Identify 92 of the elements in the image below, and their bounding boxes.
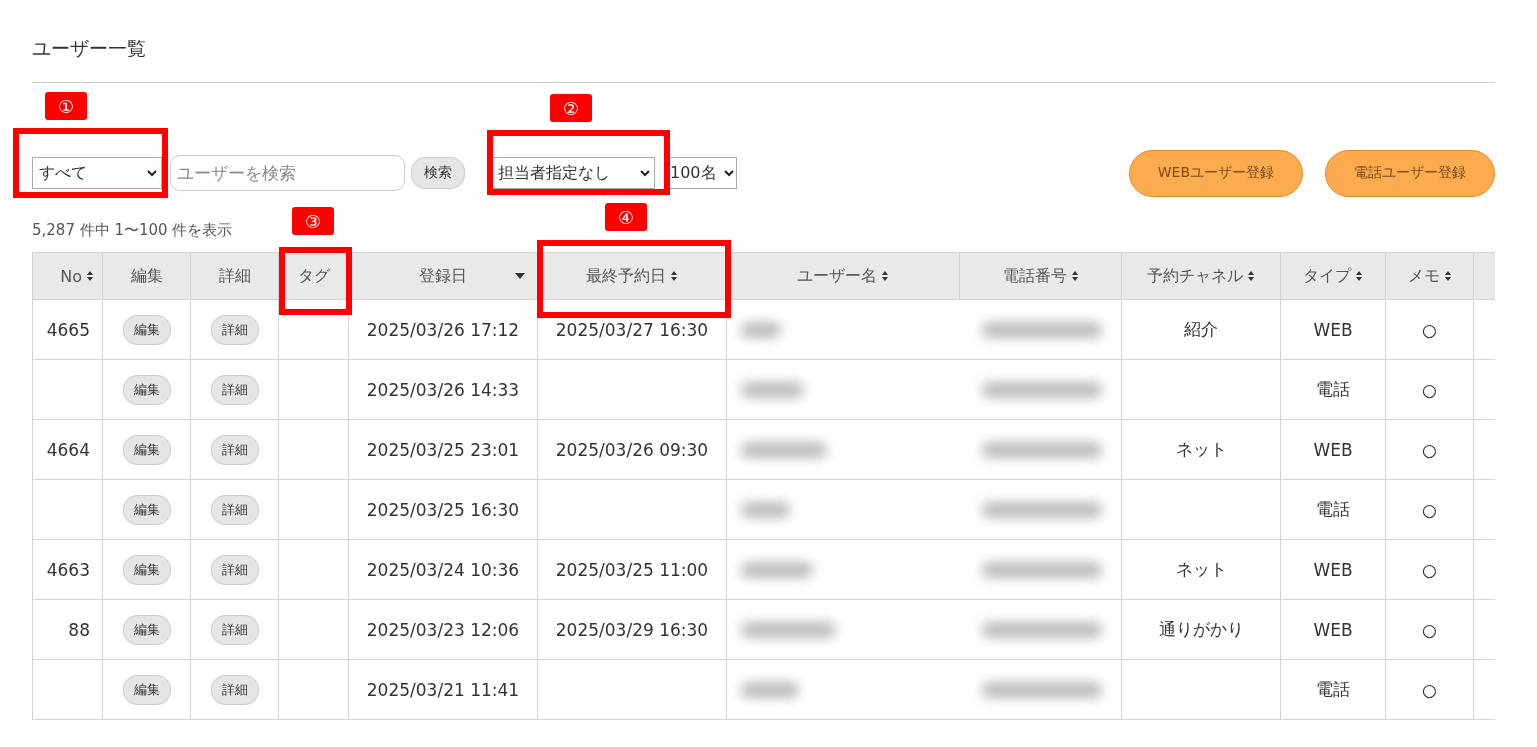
sort-icon[interactable]: [1247, 270, 1255, 282]
registered-date: 2025/03/26 17:12: [366, 319, 520, 340]
column-header: 最終予約日: [586, 265, 666, 287]
edit-button[interactable]: 編集: [122, 554, 171, 585]
sort-icon[interactable]: [1443, 270, 1452, 282]
annotation-number: ③: [292, 207, 334, 235]
edit-button[interactable]: 編集: [122, 494, 171, 525]
chevron-down-icon: [147, 169, 157, 177]
row-number: 4663: [46, 559, 90, 580]
row-number: 4664: [46, 439, 90, 460]
memo-mark: ○: [1422, 559, 1437, 580]
page-title: ユーザー一覧: [32, 36, 147, 61]
detail-button[interactable]: 詳細: [210, 494, 259, 525]
last-booking-date: 2025/03/29 16:30: [555, 619, 709, 640]
memo-mark: ○: [1422, 319, 1437, 340]
annotation-number: ②: [550, 94, 592, 122]
search-button[interactable]: 検索: [411, 157, 465, 189]
user-type: 電話: [1316, 379, 1350, 399]
registered-date: 2025/03/23 12:06: [366, 619, 520, 640]
column-header-cell[interactable]: メモ: [1385, 252, 1474, 300]
detail-button[interactable]: 詳細: [210, 434, 259, 465]
annotation-number: ①: [45, 92, 87, 120]
edit-button[interactable]: 編集: [122, 374, 171, 405]
annotation-number: ④: [605, 203, 647, 231]
blurred-name: [741, 561, 813, 578]
detail-button[interactable]: 詳細: [210, 314, 259, 345]
column-header: タグ: [297, 265, 330, 287]
booking-channel: ネット: [1175, 559, 1227, 579]
memo-mark: ○: [1422, 679, 1437, 700]
sort-icon[interactable]: [881, 270, 889, 282]
staff-select[interactable]: 担当者指定なし: [491, 157, 655, 189]
user-type: 電話: [1316, 499, 1350, 519]
edit-button[interactable]: 編集: [122, 314, 171, 345]
column-header-cell[interactable]: 電話番号: [959, 252, 1122, 300]
blurred-name: [741, 681, 799, 698]
registered-date: 2025/03/25 23:01: [366, 439, 520, 460]
last-booking-date: 2025/03/25 11:00: [555, 559, 709, 580]
column-header: ユーザー名: [797, 265, 877, 287]
column-header: 詳細: [218, 265, 251, 287]
sort-icon[interactable]: [1355, 270, 1363, 282]
user-type: WEB: [1313, 559, 1353, 580]
memo-mark: ○: [1422, 379, 1437, 400]
per-page-select[interactable]: 100名: [667, 157, 737, 189]
column-header: 編集: [130, 265, 163, 287]
registered-date: 2025/03/21 11:41: [366, 679, 520, 700]
column-header: 予約チャネル: [1147, 265, 1243, 287]
edit-button[interactable]: 編集: [122, 674, 171, 705]
row-number: 88: [68, 619, 90, 640]
detail-button[interactable]: 詳細: [210, 674, 259, 705]
blurred-name: [741, 381, 804, 398]
sort-descending-icon[interactable]: [515, 273, 525, 279]
column-header: メモ: [1407, 265, 1440, 287]
memo-mark: ○: [1422, 499, 1437, 520]
registered-date: 2025/03/25 16:30: [366, 499, 520, 520]
column-header-cell[interactable]: タイプ: [1280, 252, 1386, 300]
booking-channel: ネット: [1175, 439, 1227, 459]
booking-channel: 紹介: [1184, 319, 1218, 339]
user-type: WEB: [1313, 439, 1353, 460]
edit-button[interactable]: 編集: [122, 614, 171, 645]
registered-date: 2025/03/26 14:33: [366, 379, 520, 400]
column-header-cell[interactable]: 予約チャネル: [1121, 252, 1281, 300]
blurred-name: [741, 321, 781, 338]
booking-channel: 通りがかり: [1158, 619, 1244, 639]
column-header: 電話番号: [1002, 265, 1067, 287]
sort-icon[interactable]: [670, 270, 678, 282]
blurred-name: [741, 501, 790, 518]
chevron-down-icon: [640, 169, 650, 177]
detail-button[interactable]: 詳細: [210, 374, 259, 405]
edit-button[interactable]: 編集: [122, 434, 171, 465]
user-type: 電話: [1316, 679, 1350, 699]
register-button[interactable]: WEBユーザー登録: [1128, 149, 1303, 197]
register-button[interactable]: 電話ユーザー登録: [1325, 149, 1495, 197]
result-count: 5,287 件中 1〜100 件を表示: [32, 221, 233, 240]
search-field[interactable]: ユーザーを検索: [170, 155, 405, 191]
user-type: WEB: [1313, 319, 1353, 340]
detail-button[interactable]: 詳細: [210, 554, 259, 585]
memo-mark: ○: [1422, 439, 1437, 460]
chevron-down-icon: [724, 169, 734, 177]
memo-mark: ○: [1422, 619, 1437, 640]
registered-date: 2025/03/24 10:36: [366, 559, 520, 580]
last-booking-date: 2025/03/26 09:30: [555, 439, 709, 460]
sort-icon[interactable]: [86, 270, 94, 282]
column-header: タイプ: [1303, 265, 1351, 287]
row-number: 4665: [46, 319, 90, 340]
detail-button[interactable]: 詳細: [210, 614, 259, 645]
column-header: No: [60, 266, 82, 286]
user-type: WEB: [1313, 619, 1353, 640]
column-header: 登録日: [419, 265, 467, 287]
sort-icon[interactable]: [1070, 270, 1079, 282]
last-booking-date: 2025/03/27 16:30: [555, 319, 709, 340]
column-header-cell[interactable]: No: [32, 252, 103, 300]
filter-select[interactable]: すべて: [32, 157, 162, 189]
